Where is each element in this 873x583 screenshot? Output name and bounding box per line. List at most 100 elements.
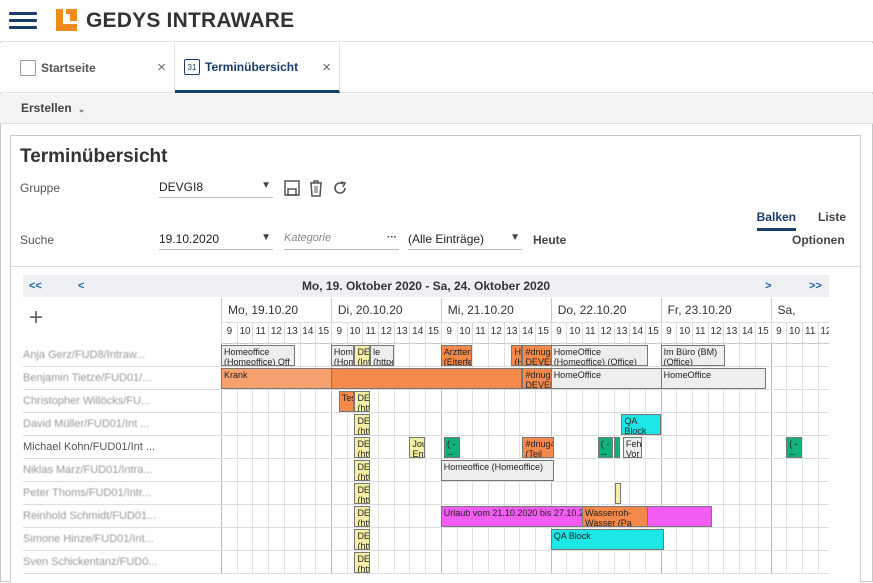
person-name[interactable]: Christopher Willöcks/FU... — [23, 395, 163, 407]
appointment-bar[interactable]: #dnug4 DEVEL — [522, 368, 554, 389]
appointment-bar[interactable]: ( --- not — [597, 437, 614, 458]
appointment-bar[interactable]: DEV (http — [354, 552, 371, 573]
day-header: Fr, 23.10.20 — [660, 298, 771, 322]
tab-startseite[interactable]: Startseite × — [0, 43, 175, 93]
appointment-bar[interactable]: Tes — [338, 391, 355, 412]
appointment-bar[interactable]: HomeOffice (Homeoffice) (Office) — [550, 345, 649, 366]
row-divider — [23, 366, 829, 367]
appointment-bar[interactable]: Wasserroh-Wasser (Pa — [582, 506, 649, 527]
save-icon[interactable] — [283, 179, 301, 197]
appointment-bar[interactable]: DE (Int — [354, 345, 371, 366]
hour-label: 11 — [801, 323, 818, 343]
tab-balken[interactable]: Balken — [756, 210, 796, 231]
menu-icon[interactable] — [9, 12, 37, 30]
appointment-bar[interactable]: Im Büro (BM) (Office) — [660, 345, 725, 366]
row-divider — [23, 481, 829, 482]
chevron-down-icon: ▼ — [510, 232, 520, 243]
home-icon — [20, 60, 36, 76]
appointment-bar[interactable]: ( --- not — [443, 437, 460, 458]
hour-label: 10 — [676, 323, 692, 343]
appointment-bar[interactable]: DEV (http — [354, 391, 371, 412]
hour-label: 9 — [330, 323, 347, 343]
tab-liste[interactable]: Liste — [818, 210, 846, 228]
hour-label: 15 — [754, 323, 771, 343]
day-header: Mo, 19.10.20 — [221, 298, 331, 322]
appointment-bar[interactable]: QA Block — [550, 529, 664, 550]
person-name[interactable]: Benjamin Tietze/FUD01/... — [23, 372, 163, 384]
appointment-bar[interactable]: Arzttermi (Eiterfel — [440, 345, 473, 366]
person-name[interactable]: Michael Kohn/FUD01/Int ... — [23, 441, 163, 453]
hour-gridline — [801, 344, 803, 574]
appointment-bar[interactable]: Homeoffice (Homeoffice) — [440, 460, 554, 481]
schedule-grid: + Mo, 19.10.20 9 10 11 12 13 14 15 Di, 20.10.20 9… — [23, 298, 829, 583]
appointment-bar[interactable]: Jou Entr — [409, 437, 426, 458]
person-name[interactable]: David Müller/FUD01/Int ... — [23, 418, 163, 430]
chevron-down-icon: ▼ — [261, 180, 271, 191]
calendar-navigation: << < Mo, 19. Oktober 2020 - Sa, 24. Okto… — [23, 275, 829, 297]
hour-label: 12 — [597, 323, 614, 343]
gedys-logo-icon — [56, 9, 77, 31]
options-button[interactable]: Optionen — [792, 233, 845, 247]
hour-label: 14 — [409, 323, 425, 343]
nav-last-button[interactable]: >> — [809, 280, 822, 292]
appointment-bar[interactable]: Krank — [221, 368, 335, 389]
today-button[interactable]: Heute — [533, 233, 566, 247]
tab-terminuebersicht[interactable]: 31 Terminübersicht × — [175, 43, 340, 93]
header-divider — [221, 322, 829, 323]
appointment-bar[interactable]: H (H — [511, 345, 523, 366]
appointment-bar[interactable]: Urlaub vom 21.10.2020 bis 27.10.2020 — [440, 506, 713, 527]
row-divider — [23, 389, 829, 390]
category-input[interactable]: Kategorie ··· — [284, 232, 399, 250]
appointment-bar[interactable] — [330, 368, 523, 389]
person-name[interactable]: Sven Schickentanz/FUD0... — [23, 556, 163, 568]
person-name[interactable]: Simone Hinze/FUD01/Int... — [23, 533, 163, 545]
appointment-bar[interactable]: HomeOffice — [550, 368, 664, 389]
app-header: GEDYS INTRAWARE — [0, 0, 873, 42]
appointment-bar[interactable]: Homeoffice (Homeoffice) Off — [221, 345, 295, 366]
nav-next-button[interactable]: > — [765, 280, 771, 292]
calendar-icon: 31 — [184, 58, 200, 75]
appointment-bar[interactable]: HomeOffice — [660, 368, 766, 389]
search-date-value: 19.10.2020 — [159, 232, 220, 246]
hour-gridline — [817, 344, 819, 574]
appointment-bar[interactable]: DEV (http — [354, 414, 371, 435]
refresh-icon[interactable] — [331, 179, 349, 197]
person-name[interactable]: Anja Gerz/FUD8/Intraw... — [23, 349, 163, 361]
appointment-bar[interactable]: DEV (http — [354, 529, 371, 550]
search-date-input[interactable]: 19.10.2020 ▼ — [159, 232, 273, 250]
appointment-bar[interactable]: #dnug4 (Teil 2) — [522, 437, 554, 458]
filter-select[interactable]: (Alle Einträge) ▼ — [408, 232, 522, 250]
appointment-bar[interactable]: QA Block — [621, 414, 661, 435]
appointment-bar[interactable]: ( --- not — [786, 437, 802, 458]
appointment-bar[interactable]: Feh Vor — [622, 437, 642, 458]
group-value: DEVGI8 — [159, 180, 204, 194]
appointment-bar[interactable] — [615, 483, 622, 504]
appointment-bar[interactable]: #dnug4 DEVEL — [522, 345, 554, 366]
appointment-bar[interactable]: le (httpe) — [370, 345, 394, 366]
tab-label: Terminübersicht — [205, 59, 299, 74]
tab-label: Startseite — [41, 61, 96, 75]
close-icon[interactable]: × — [157, 59, 166, 76]
person-name[interactable]: Peter Thoms/FUD01/Intr... — [23, 487, 163, 499]
add-appointment-button[interactable]: + — [29, 306, 43, 330]
create-button[interactable]: Erstellen ⌄ — [21, 101, 85, 115]
more-icon[interactable]: ··· — [387, 232, 397, 243]
overview-panel: Terminübersicht Gruppe DEVGI8 ▼ Balken L… — [10, 135, 861, 582]
hour-label: 14 — [299, 323, 316, 343]
person-name[interactable]: Niklas Marz/FUD01/Intra... — [23, 464, 163, 476]
appointment-bar[interactable]: DEV (http — [354, 506, 371, 527]
filter-value: (Alle Einträge) — [408, 232, 485, 246]
appointment-bar[interactable]: DEV (http — [354, 483, 371, 504]
appointment-bar[interactable]: Home (Hom Off — [330, 345, 355, 366]
trash-icon[interactable] — [307, 179, 325, 197]
hour-label: 10 — [566, 323, 582, 343]
date-range-title: Mo, 19. Oktober 2020 - Sa, 24. Oktober 2… — [301, 279, 551, 293]
appointment-bar[interactable] — [613, 437, 620, 458]
close-icon[interactable]: × — [322, 59, 331, 76]
appointment-bar[interactable]: DEV (http — [354, 460, 371, 481]
hour-label: 9 — [221, 323, 237, 343]
person-name[interactable]: Reinhold Schmidt/FUD01... — [23, 510, 163, 522]
appointment-bar[interactable]: DEV (http — [354, 437, 371, 458]
group-select[interactable]: DEVGI8 ▼ — [159, 180, 273, 198]
hour-label: 13 — [723, 323, 739, 343]
